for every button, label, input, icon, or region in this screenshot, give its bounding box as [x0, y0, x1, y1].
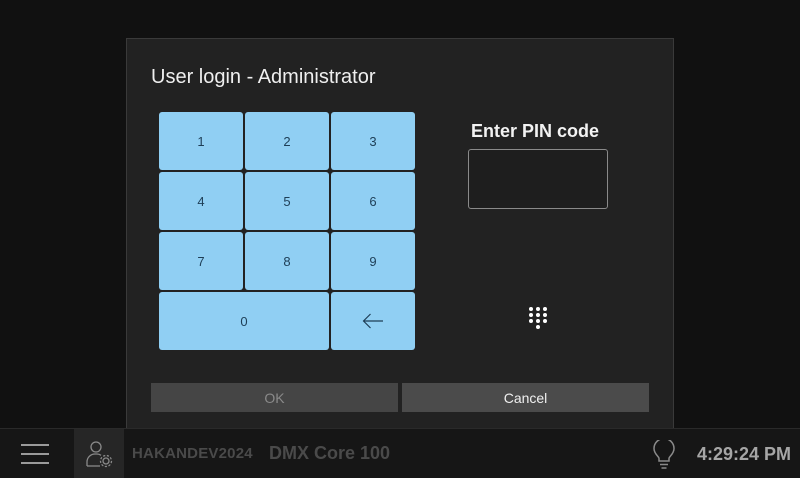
key-7[interactable]: 7 — [159, 232, 243, 290]
pin-label: Enter PIN code — [471, 121, 600, 141]
dialog-title: User login - Administrator — [151, 66, 376, 88]
key-0[interactable]: 0 — [159, 292, 329, 350]
pin-input[interactable] — [468, 149, 608, 209]
user-settings-button[interactable] — [74, 429, 124, 478]
cancel-button[interactable]: Cancel — [402, 383, 649, 412]
key-3[interactable]: 3 — [331, 112, 415, 170]
product-name: DMX Core 100 — [269, 443, 391, 463]
taskbar: HAKANDEV2024 DMX Core 100 4:29:24 PM — [0, 428, 800, 478]
key-8[interactable]: 8 — [245, 232, 329, 290]
clock: 4:29:24 PM — [696, 444, 791, 464]
ok-button[interactable]: OK — [151, 383, 398, 412]
pin-keypad: 1 2 3 4 5 6 7 8 9 0 — [159, 112, 417, 352]
key-9[interactable]: 9 — [331, 232, 415, 290]
hamburger-icon-bar — [21, 444, 49, 446]
key-1[interactable]: 1 — [159, 112, 243, 170]
user-gear-icon — [86, 441, 113, 468]
lightbulb-icon[interactable] — [651, 440, 677, 470]
key-6[interactable]: 6 — [331, 172, 415, 230]
hamburger-icon-bar — [21, 453, 49, 455]
key-2[interactable]: 2 — [245, 112, 329, 170]
login-dialog: User login - Administrator 1 2 3 4 5 6 7… — [126, 38, 674, 437]
backspace-key[interactable] — [331, 292, 415, 350]
device-name: HAKANDEV2024 — [132, 445, 253, 462]
key-5[interactable]: 5 — [245, 172, 329, 230]
key-4[interactable]: 4 — [159, 172, 243, 230]
menu-button[interactable] — [0, 429, 70, 478]
dialpad-icon[interactable] — [527, 306, 549, 332]
hamburger-icon-bar — [21, 462, 49, 464]
arrow-left-icon — [362, 313, 383, 329]
